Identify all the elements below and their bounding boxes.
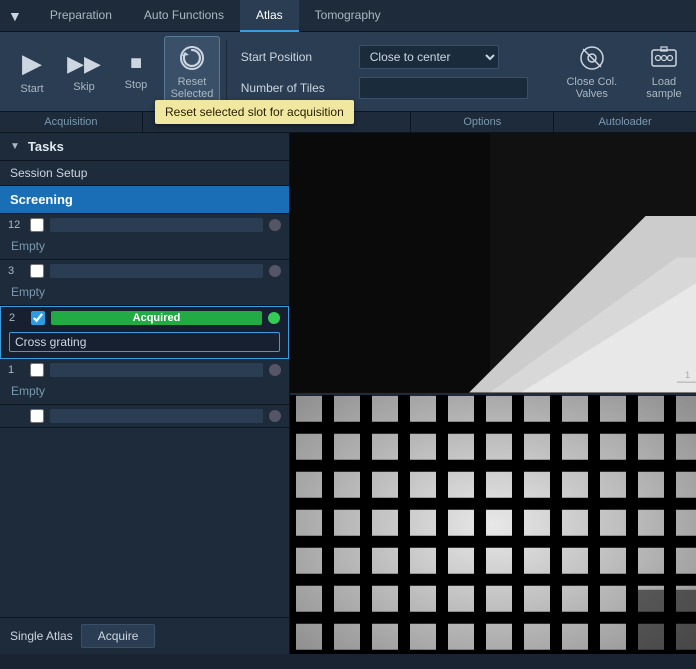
slot-name-row-2 xyxy=(1,329,288,358)
slot-row-2: 2 Acquired xyxy=(1,307,288,329)
acquired-label: Acquired xyxy=(133,312,181,324)
slot-bar-1 xyxy=(50,363,263,377)
svg-text:1: 1 xyxy=(685,370,690,380)
tab-atlas[interactable]: Atlas xyxy=(240,0,299,32)
slot-name-text-3: Empty xyxy=(8,284,48,300)
slot-group-empty xyxy=(0,405,289,428)
start-button[interactable]: ▶ Start xyxy=(8,36,56,107)
slot-num-1: 1 xyxy=(8,364,24,376)
slot-checkbox-2[interactable] xyxy=(31,311,45,325)
slot-checkbox-empty[interactable] xyxy=(30,409,44,423)
toolbar: ▶ Start ▶▶ Skip ■ Stop Reset Selected St… xyxy=(0,32,696,112)
session-setup-label: Session Setup xyxy=(0,161,289,186)
start-position-label: Start Position xyxy=(241,50,351,64)
tab-tomography[interactable]: Tomography xyxy=(299,0,397,32)
slot-group-3: 3 Empty xyxy=(0,260,289,306)
slot-num-12: 12 xyxy=(8,219,24,231)
bottom-image-svg xyxy=(290,395,696,655)
slot-name-input-2[interactable] xyxy=(9,332,280,352)
slot-bar-12 xyxy=(50,218,263,232)
slot-checkbox-1[interactable] xyxy=(30,363,44,377)
reset-selected-label: Reset Selected xyxy=(171,76,214,100)
start-label: Start xyxy=(20,83,43,95)
slot-name-text-1: Empty xyxy=(8,383,48,399)
stop-button[interactable]: ■ Stop xyxy=(112,36,160,107)
num-tiles-input[interactable] xyxy=(359,77,528,99)
load-sample-label: Load sample xyxy=(646,76,681,100)
tooltip-popup: Reset selected slot for acquisition xyxy=(155,100,354,124)
slot-row-3: 3 xyxy=(0,260,289,282)
skip-label: Skip xyxy=(73,81,94,93)
tab-auto-functions[interactable]: Auto Functions xyxy=(128,0,240,32)
slot-name-text-12: Empty xyxy=(8,238,48,254)
tasks-title: Tasks xyxy=(28,139,64,154)
reset-icon xyxy=(178,44,206,72)
slot-dot-empty xyxy=(269,410,281,422)
toolbar-sep-1 xyxy=(226,40,227,103)
top-arrow-icon[interactable]: ▼ xyxy=(8,8,22,24)
load-sample-button[interactable]: Load sample xyxy=(640,36,688,107)
stop-label: Stop xyxy=(125,79,148,91)
tasks-header: ▼ Tasks xyxy=(0,133,289,161)
slot-bar-empty xyxy=(50,409,263,423)
num-tiles-label: Number of Tiles xyxy=(241,81,351,95)
autoloader-section-label: Autoloader xyxy=(554,112,696,132)
single-atlas-label: Single Atlas xyxy=(10,629,73,643)
slot-group-12: 12 Empty xyxy=(0,214,289,260)
skip-icon: ▶▶ xyxy=(67,51,101,77)
main-content: ▼ Tasks Session Setup Screening 12 Empty… xyxy=(0,133,696,654)
slot-dot-12 xyxy=(269,219,281,231)
slot-bar-2: Acquired xyxy=(51,311,262,325)
col-valves-icon xyxy=(578,44,606,72)
start-position-select[interactable]: Close to center Top left Top right Botto… xyxy=(359,45,499,69)
tab-bar: ▼ Preparation Auto Functions Atlas Tomog… xyxy=(0,0,696,32)
load-sample-icon xyxy=(649,44,679,72)
left-panel: ▼ Tasks Session Setup Screening 12 Empty… xyxy=(0,133,290,654)
stop-icon: ■ xyxy=(130,52,142,75)
panel-spacer xyxy=(0,428,289,617)
top-image-svg: 1 xyxy=(290,133,696,393)
tasks-chevron-icon[interactable]: ▼ xyxy=(10,141,20,152)
slot-row-1: 1 xyxy=(0,359,289,381)
close-col-valves-button[interactable]: Close Col. Valves xyxy=(548,36,636,107)
slot-row-12: 12 xyxy=(0,214,289,236)
start-position-row: Start Position Close to center Top left … xyxy=(241,45,528,69)
slot-dot-1 xyxy=(269,364,281,376)
slot-num-3: 3 xyxy=(8,265,24,277)
tab-preparation[interactable]: Preparation xyxy=(34,0,128,32)
acquisition-section-label: Acquisition xyxy=(0,112,143,132)
slot-name-row-3: Empty xyxy=(0,282,289,305)
slot-row-empty xyxy=(0,405,289,427)
close-col-valves-label: Close Col. Valves xyxy=(558,76,626,100)
slot-dot-3 xyxy=(269,265,281,277)
options-section-label: Options xyxy=(411,112,554,132)
slot-group-2: 2 Acquired xyxy=(0,306,289,359)
slot-group-1: 1 Empty xyxy=(0,359,289,405)
slot-dot-2 xyxy=(268,312,280,324)
num-tiles-row: Number of Tiles xyxy=(241,77,528,99)
slot-checkbox-3[interactable] xyxy=(30,264,44,278)
image-bottom xyxy=(290,395,696,655)
play-icon: ▶ xyxy=(22,48,42,79)
screening-label: Screening xyxy=(0,186,289,214)
slot-num-2: 2 xyxy=(9,312,25,324)
toolbar-params: Start Position Close to center Top left … xyxy=(233,36,536,107)
bottom-row: Single Atlas Acquire xyxy=(0,617,289,654)
reset-selected-button[interactable]: Reset Selected xyxy=(164,36,220,107)
skip-button[interactable]: ▶▶ Skip xyxy=(60,36,108,107)
acquire-button[interactable]: Acquire xyxy=(81,624,156,648)
slot-name-row-12: Empty xyxy=(0,236,289,259)
slot-name-row-1: Empty xyxy=(0,381,289,404)
slot-checkbox-12[interactable] xyxy=(30,218,44,232)
right-panel: 1 xyxy=(290,133,696,654)
slot-bar-3 xyxy=(50,264,263,278)
image-top: 1 xyxy=(290,133,696,395)
